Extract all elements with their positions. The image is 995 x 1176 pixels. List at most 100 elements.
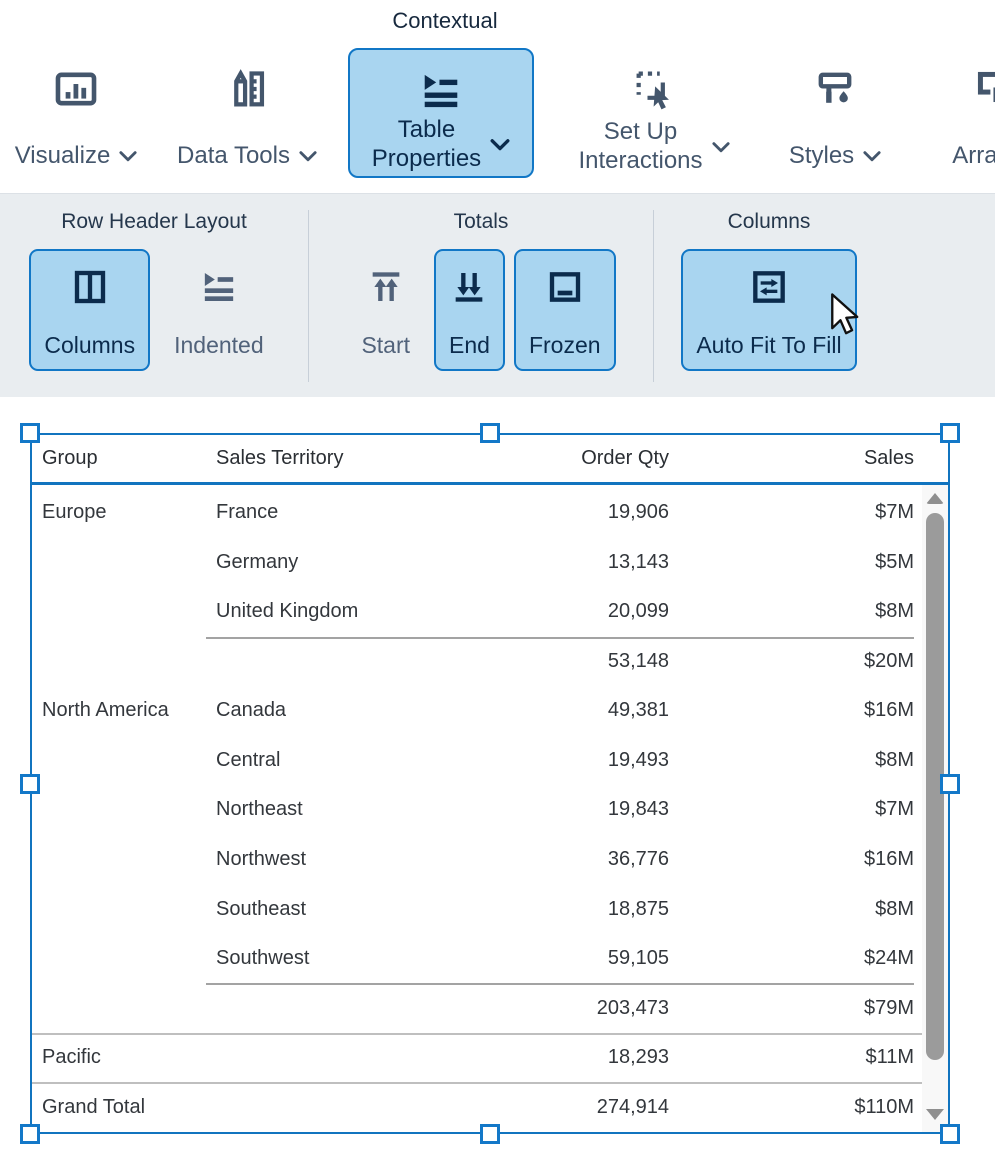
totals-end-button[interactable]: End bbox=[434, 249, 505, 371]
cell-territory: Central bbox=[216, 749, 464, 772]
cell-sales: $8M bbox=[669, 898, 914, 921]
totals-end-icon bbox=[449, 267, 489, 313]
scroll-down-icon[interactable] bbox=[926, 1109, 944, 1120]
table-row[interactable]: Central19,493$8M bbox=[32, 736, 948, 786]
toolbar-item-styles[interactable]: Styles bbox=[772, 48, 898, 178]
chevron-down-icon bbox=[712, 142, 730, 153]
cell-qty: 18,875 bbox=[464, 898, 669, 921]
table-row[interactable]: Southwest59,105$24M bbox=[32, 934, 948, 984]
ribbon-button-label: Start bbox=[361, 332, 410, 359]
chevron-down-icon bbox=[863, 151, 881, 162]
ribbon-group-totals: Totals Start End Frozen bbox=[309, 194, 653, 371]
resize-handle-top-left[interactable] bbox=[20, 423, 40, 443]
table-row[interactable]: United Kingdom20,099$8M bbox=[32, 587, 948, 637]
cell-group: North America bbox=[42, 699, 216, 722]
cell-territory: Northwest bbox=[216, 848, 464, 871]
cell-group: Europe bbox=[42, 501, 216, 524]
ribbon-button-label: Indented bbox=[174, 332, 264, 359]
cell-territory: United Kingdom bbox=[216, 600, 464, 623]
cell-qty: 53,148 bbox=[464, 650, 669, 673]
toolbar-item-label-line2: Interactions bbox=[578, 147, 702, 176]
ribbon-group-row-header-layout: Row Header Layout Columns Indented bbox=[0, 194, 308, 371]
ribbon-button-label: Auto Fit To Fill bbox=[696, 332, 841, 359]
toolbar-item-label-line2: Properties bbox=[372, 145, 481, 174]
cell-sales: $8M bbox=[669, 600, 914, 623]
arrange-icon bbox=[972, 66, 995, 112]
table-row[interactable]: Germany13,143$5M bbox=[32, 538, 948, 588]
resize-handle-top-center[interactable] bbox=[480, 423, 500, 443]
cell-sales: $8M bbox=[669, 749, 914, 772]
column-header-group[interactable]: Group bbox=[42, 447, 216, 470]
table-row[interactable]: Southeast18,875$8M bbox=[32, 884, 948, 934]
cell-qty: 20,099 bbox=[464, 600, 669, 623]
auto-fit-icon bbox=[749, 267, 789, 313]
cell-sales: $20M bbox=[669, 650, 914, 673]
resize-handle-bottom-center[interactable] bbox=[480, 1124, 500, 1144]
table-row[interactable]: Northwest36,776$16M bbox=[32, 835, 948, 885]
cell-qty: 203,473 bbox=[464, 997, 669, 1020]
cell-sales: $5M bbox=[669, 551, 914, 574]
column-header-sales[interactable]: Sales bbox=[669, 447, 914, 470]
column-header-order-qty[interactable]: Order Qty bbox=[464, 447, 669, 470]
table-body: EuropeFrance19,906$7MGermany13,143$5MUni… bbox=[32, 488, 948, 1132]
toolbar-item-data-tools[interactable]: Data Tools bbox=[152, 48, 342, 178]
ribbon-button-label: End bbox=[449, 332, 490, 359]
chevron-down-icon bbox=[119, 151, 137, 162]
table-row[interactable]: North AmericaCanada49,381$16M bbox=[32, 686, 948, 736]
toolbar-item-table-properties[interactable]: Table Properties bbox=[348, 48, 534, 178]
toolbar-item-visualize[interactable]: Visualize bbox=[0, 48, 152, 178]
vertical-scrollbar[interactable] bbox=[922, 485, 948, 1132]
resize-handle-top-right[interactable] bbox=[940, 423, 960, 443]
table-row[interactable]: Pacific 18,293$11M bbox=[32, 1033, 948, 1083]
totals-frozen-button[interactable]: Frozen bbox=[514, 249, 616, 371]
cell-sales: $16M bbox=[669, 848, 914, 871]
indented-layout-button[interactable]: Indented bbox=[159, 249, 279, 371]
cell-territory: Germany bbox=[216, 551, 464, 574]
ribbon-group-title: Totals bbox=[454, 210, 509, 234]
totals-start-button[interactable]: Start bbox=[346, 249, 425, 371]
cell-sales: $11M bbox=[669, 1046, 914, 1069]
paint-roller-icon bbox=[812, 66, 858, 112]
toolbar-item-label-line1: Table bbox=[398, 116, 455, 145]
list-table: Group Sales Territory Order Qty Sales Eu… bbox=[30, 433, 950, 1134]
data-tools-icon bbox=[224, 66, 270, 112]
toolbar-item-label: Data Tools bbox=[177, 142, 290, 170]
totals-frozen-icon bbox=[545, 267, 585, 313]
toolbar-item-arrange[interactable]: Arrange bbox=[920, 48, 995, 178]
table-row[interactable]: EuropeFrance19,906$7M bbox=[32, 488, 948, 538]
scroll-up-icon[interactable] bbox=[926, 493, 944, 504]
cell-qty: 19,493 bbox=[464, 749, 669, 772]
cell-qty: 18,293 bbox=[464, 1046, 669, 1069]
resize-handle-middle-right[interactable] bbox=[940, 774, 960, 794]
resize-handle-bottom-left[interactable] bbox=[20, 1124, 40, 1144]
cell-sales: $7M bbox=[669, 501, 914, 524]
resize-handle-middle-left[interactable] bbox=[20, 774, 40, 794]
columns-layout-button[interactable]: Columns bbox=[29, 249, 150, 371]
cell-group: Pacific bbox=[42, 1046, 216, 1069]
table-selection: Group Sales Territory Order Qty Sales Eu… bbox=[30, 433, 950, 1134]
cell-qty: 19,906 bbox=[464, 501, 669, 524]
toolbar-item-label-line1: Set Up bbox=[604, 118, 677, 147]
table-row[interactable]: 53,148$20M bbox=[32, 637, 948, 687]
cell-sales: $79M bbox=[669, 997, 914, 1020]
toolbar-item-set-up-interactions[interactable]: Set Up Interactions bbox=[546, 48, 762, 178]
cell-territory: Southeast bbox=[216, 898, 464, 921]
top-toolbar: Visualize Data Tools Table Properties bbox=[0, 0, 995, 193]
table-row[interactable]: Northeast19,843$7M bbox=[32, 785, 948, 835]
app-window: Contextual Visualize Data Tools Table Pr… bbox=[0, 0, 995, 1176]
cell-sales: $24M bbox=[669, 947, 914, 970]
table-row[interactable]: 203,473$79M bbox=[32, 983, 948, 1033]
column-header-sales-territory[interactable]: Sales Territory bbox=[216, 447, 464, 470]
cell-qty: 19,843 bbox=[464, 798, 669, 821]
ribbon-group-title: Row Header Layout bbox=[61, 210, 247, 234]
toolbar-item-label: Styles bbox=[789, 142, 854, 170]
table-properties-icon bbox=[418, 68, 464, 114]
chevron-down-icon bbox=[490, 139, 510, 151]
cell-territory: France bbox=[216, 501, 464, 524]
cell-qty: 274,914 bbox=[464, 1096, 669, 1119]
cell-qty: 49,381 bbox=[464, 699, 669, 722]
cell-territory: Northeast bbox=[216, 798, 464, 821]
ribbon-group-columns: Columns Auto Fit To Fill bbox=[654, 194, 884, 371]
toolbar-item-label: Visualize bbox=[15, 142, 111, 170]
resize-handle-bottom-right[interactable] bbox=[940, 1124, 960, 1144]
